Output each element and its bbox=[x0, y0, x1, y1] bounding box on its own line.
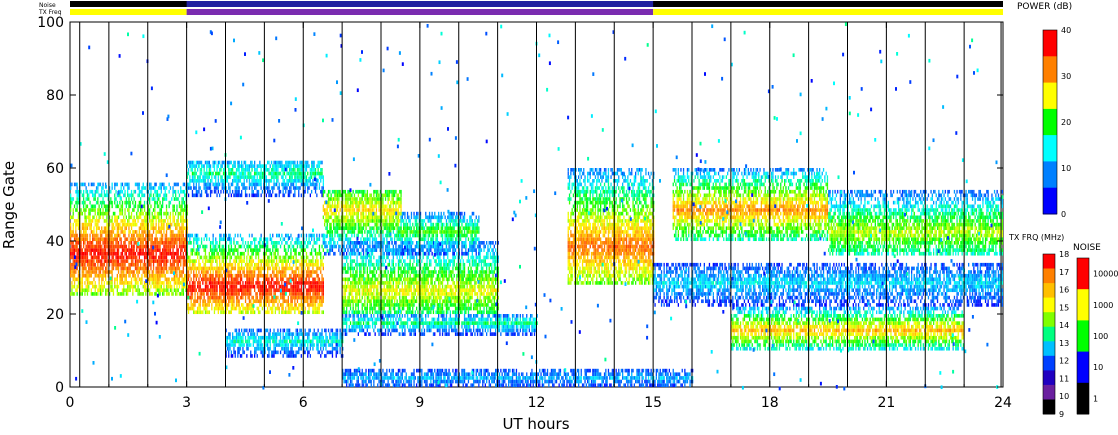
txfreq-colorbar-title: TX FRQ (MHz) bbox=[1008, 233, 1064, 242]
x-tick-label: 12 bbox=[528, 395, 546, 411]
colorbar-tick-label: 20 bbox=[1061, 118, 1071, 127]
noise-bar-segment bbox=[187, 1, 654, 7]
colorbar-swatch bbox=[1043, 135, 1057, 162]
y-tick-label: 20 bbox=[46, 307, 64, 323]
colorbar-swatch bbox=[1077, 258, 1089, 290]
colorbar-tick-label: 30 bbox=[1061, 72, 1071, 81]
colorbar-swatch bbox=[1077, 352, 1089, 384]
colorbar-tick-label: 1000 bbox=[1093, 301, 1113, 310]
colorbar-tick-label: 10 bbox=[1061, 164, 1071, 173]
colorbar-tick-label: 1 bbox=[1093, 394, 1098, 403]
txfreq-bar bbox=[70, 9, 1003, 15]
colorbar-swatch bbox=[1043, 327, 1055, 342]
x-tick-label: 18 bbox=[761, 395, 779, 411]
colorbar-swatch bbox=[1043, 400, 1055, 415]
colorbar-swatch bbox=[1077, 383, 1089, 415]
colorbar-swatch bbox=[1043, 385, 1055, 400]
colorbar-swatch bbox=[1077, 320, 1089, 352]
x-tick-label: 9 bbox=[415, 395, 424, 411]
y-tick-label: 40 bbox=[46, 234, 64, 250]
colorbar-swatch bbox=[1043, 83, 1057, 110]
colorbar-swatch bbox=[1043, 254, 1055, 269]
colorbar-tick-label: 9 bbox=[1059, 410, 1064, 419]
y-axis-label: Range Gate bbox=[0, 161, 18, 249]
colorbar-tick-label: 14 bbox=[1059, 321, 1069, 330]
txfreq-segment bbox=[653, 9, 1003, 15]
x-tick-label: 15 bbox=[644, 395, 662, 411]
colorbar-swatch bbox=[1043, 370, 1055, 385]
x-tick-label: 3 bbox=[182, 395, 191, 411]
colorbar-swatch bbox=[1043, 341, 1055, 356]
noise-colorbar: NOISE 10000 1000 100 10 1 bbox=[1073, 243, 1118, 415]
colorbar-tick-label: 18 bbox=[1059, 250, 1069, 259]
y-tick-label: 80 bbox=[46, 88, 64, 104]
noise-bar bbox=[70, 1, 1003, 7]
y-tick-label: 0 bbox=[55, 380, 64, 396]
y-tick-label: 100 bbox=[37, 15, 64, 31]
colorbar-tick-label: 40 bbox=[1061, 26, 1071, 35]
colorbar-swatch bbox=[1043, 298, 1055, 313]
colorbar-swatch bbox=[1043, 283, 1055, 298]
top-bars: Noise TX Freq bbox=[38, 1, 1003, 16]
txfreq-segment bbox=[70, 9, 187, 15]
colorbar-swatch bbox=[1043, 161, 1057, 188]
x-tick-label: 6 bbox=[299, 395, 308, 411]
colorbar-tick-label: 17 bbox=[1059, 268, 1069, 277]
colorbar-swatch bbox=[1043, 312, 1055, 327]
colorbar-tick-label: 100 bbox=[1093, 332, 1108, 341]
x-tick-label: 0 bbox=[66, 395, 75, 411]
colorbar-swatch bbox=[1043, 356, 1055, 371]
colorbar-tick-label: 16 bbox=[1059, 286, 1069, 295]
colorbar-tick-label: 10 bbox=[1059, 392, 1069, 401]
range-gate-power-chart: Noise TX Freq 0 3 6 9 12 15 18 21 24020406080100… bbox=[0, 0, 1118, 435]
colorbar-tick-label: 10 bbox=[1093, 363, 1103, 372]
power-colorbar-title: POWER (dB) bbox=[1017, 2, 1072, 12]
colorbar-tick-label: 0 bbox=[1061, 210, 1066, 219]
txfreq-colorbar: TX FRQ (MHz) 18 17 16 15 14 13 12 11 10 9 bbox=[1008, 233, 1069, 419]
noise-bar-label: Noise bbox=[39, 2, 56, 9]
noise-colorbar-title: NOISE bbox=[1073, 243, 1101, 253]
txfreq-segment bbox=[187, 9, 654, 15]
colorbar-tick-label: 12 bbox=[1059, 357, 1069, 366]
colorbar-tick-label: 10000 bbox=[1093, 270, 1118, 279]
power-colorbar: POWER (dB) 40 30 20 10 0 bbox=[1017, 2, 1072, 219]
colorbar-tick-label: 13 bbox=[1059, 339, 1069, 348]
colorbar-swatch bbox=[1043, 188, 1057, 215]
colorbar-swatch bbox=[1043, 109, 1057, 136]
x-tick-label: 21 bbox=[877, 395, 895, 411]
colorbar-tick-label: 15 bbox=[1059, 303, 1069, 312]
colorbar-swatch bbox=[1043, 56, 1057, 83]
colorbar-swatch bbox=[1043, 30, 1057, 57]
y-tick-label: 60 bbox=[46, 161, 64, 177]
colorbar-swatch bbox=[1077, 289, 1089, 321]
x-axis-label: UT hours bbox=[502, 415, 569, 433]
colorbar-swatch bbox=[1043, 269, 1055, 284]
colorbar-tick-label: 11 bbox=[1059, 374, 1069, 383]
x-tick-label: 24 bbox=[994, 395, 1012, 411]
